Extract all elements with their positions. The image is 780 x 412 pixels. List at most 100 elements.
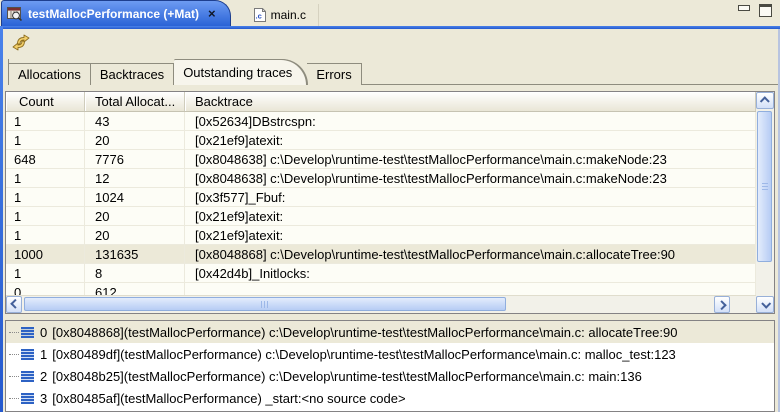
stack-frames-icon xyxy=(21,393,34,404)
backtrace-item[interactable]: 3 [0x80485af](testMallocPerformance) _sta… xyxy=(6,387,774,409)
table-row[interactable]: 120[0x21ef9]atexit: xyxy=(6,131,756,150)
horizontal-scrollbar[interactable] xyxy=(6,295,756,313)
chevron-right-icon xyxy=(716,300,726,310)
table-row[interactable]: 143[0x52634]DBstrcspn: xyxy=(6,112,756,131)
cell-backtrace: [0x52634]DBstrcspn: xyxy=(185,112,756,130)
horizontal-scroll-thumb[interactable] xyxy=(24,297,506,311)
vertical-scroll-thumb[interactable] xyxy=(757,111,772,262)
column-label: Backtrace xyxy=(195,94,253,109)
column-header-count[interactable]: Count xyxy=(6,92,85,111)
backtrace-index: 3 xyxy=(40,391,47,406)
refresh-icon xyxy=(11,34,31,51)
cell-total-allocated: 8 xyxy=(85,264,185,282)
outstanding-traces-table: Count Total Allocat... Backtrace 143[0x5… xyxy=(5,91,775,314)
profile-view-icon xyxy=(7,7,23,21)
tree-connector-line xyxy=(9,332,19,333)
maximize-icon[interactable] xyxy=(759,4,772,17)
table-row[interactable]: 120[0x21ef9]atexit: xyxy=(6,226,756,245)
table-row[interactable]: 18[0x42d4b]_Initlocks: xyxy=(6,264,756,283)
cell-total-allocated: 20 xyxy=(85,226,185,244)
cell-count: 1 xyxy=(6,207,85,225)
tab-label: Backtraces xyxy=(100,67,164,82)
cell-backtrace: [0x3f577]_Fbuf: xyxy=(185,188,756,206)
cell-count: 0 xyxy=(6,283,85,295)
scroll-up-button[interactable] xyxy=(756,92,774,109)
tab-label: Errors xyxy=(316,67,351,82)
table-row[interactable]: 120[0x21ef9]atexit: xyxy=(6,207,756,226)
scroll-right-button[interactable] xyxy=(714,296,730,313)
column-header-total-allocated[interactable]: Total Allocat... xyxy=(85,92,185,111)
c-file-icon: .c xyxy=(253,8,266,22)
cell-backtrace: [0x8048638] c:\Develop\runtime-test\test… xyxy=(185,169,756,187)
vertical-scrollbar[interactable] xyxy=(756,92,774,313)
result-tab-folder: Allocations Backtraces Outstanding trace… xyxy=(8,59,775,85)
cell-total-allocated: 1024 xyxy=(85,188,185,206)
table-header: Count Total Allocat... Backtrace xyxy=(6,92,756,112)
refresh-button[interactable] xyxy=(10,33,32,53)
tab-outstanding-traces[interactable]: Outstanding traces xyxy=(174,59,307,85)
cell-backtrace: [0x21ef9]atexit: xyxy=(185,207,756,225)
cell-total-allocated: 7776 xyxy=(85,150,185,168)
backtrace-text: [0x8048b25](testMallocPerformance) c:\De… xyxy=(52,369,642,384)
cell-total-allocated: 20 xyxy=(85,207,185,225)
tab-backtraces[interactable]: Backtraces xyxy=(91,63,174,85)
backtrace-index: 1 xyxy=(40,347,47,362)
close-icon[interactable]: × xyxy=(208,8,216,20)
scroll-left-button[interactable] xyxy=(6,296,22,313)
tab-label: Allocations xyxy=(18,67,81,82)
vertical-scroll-track[interactable] xyxy=(756,109,774,296)
tab-errors[interactable]: Errors xyxy=(307,63,361,85)
cell-count: 1 xyxy=(6,131,85,149)
table-row[interactable]: 6487776[0x8048638] c:\Develop\runtime-te… xyxy=(6,150,756,169)
backtrace-item[interactable]: 0[0x8048868](testMallocPerformance) c:\D… xyxy=(6,321,774,343)
scroll-grip xyxy=(261,301,269,308)
tab-main-c[interactable]: .c main.c xyxy=(241,4,319,26)
cell-total-allocated: 20 xyxy=(85,131,185,149)
cell-backtrace: [0x8048868] c:\Develop\runtime-test\test… xyxy=(185,245,756,263)
cell-count: 1000 xyxy=(6,245,85,263)
cell-total-allocated: 12 xyxy=(85,169,185,187)
cell-backtrace: [0x21ef9]atexit: xyxy=(185,131,756,149)
tree-connector-line xyxy=(9,376,19,377)
scroll-grip xyxy=(762,183,768,191)
table-body: 143[0x52634]DBstrcspn:120[0x21ef9]atexit… xyxy=(6,112,756,295)
column-header-backtrace[interactable]: Backtrace xyxy=(185,92,756,111)
tab-label: main.c xyxy=(271,8,306,22)
tab-allocations[interactable]: Allocations xyxy=(9,63,91,85)
horizontal-scroll-track[interactable] xyxy=(22,296,714,313)
column-label: Total Allocat... xyxy=(95,94,175,109)
tree-connector-line xyxy=(9,398,19,399)
svg-text:.c: .c xyxy=(255,12,261,21)
view-toolbar xyxy=(0,26,780,59)
backtrace-text: [0x80489df](testMallocPerformance) c:\De… xyxy=(52,347,676,362)
cell-backtrace: [0x42d4b]_Initlocks: xyxy=(185,264,756,282)
table-row[interactable]: 1000131635[0x8048868] c:\Develop\runtime… xyxy=(6,245,756,264)
table-row[interactable]: 11024[0x3f577]_Fbuf: xyxy=(6,188,756,207)
stack-frames-icon xyxy=(21,371,34,382)
tree-connector-line xyxy=(9,354,19,355)
cell-count: 1 xyxy=(6,226,85,244)
scroll-down-button[interactable] xyxy=(756,296,774,313)
backtrace-text: [0x8048868](testMallocPerformance) c:\De… xyxy=(52,325,677,340)
chevron-left-icon xyxy=(10,299,20,309)
view-border-left xyxy=(0,26,3,412)
backtrace-item[interactable]: 1 [0x80489df](testMallocPerformance) c:\D… xyxy=(6,343,774,365)
chevron-down-icon xyxy=(761,299,771,309)
cell-count: 648 xyxy=(6,150,85,168)
cell-total-allocated: 612 xyxy=(85,283,185,295)
tab-test-malloc-performance[interactable]: testMallocPerformance (+Mat) × xyxy=(1,0,231,26)
backtrace-item[interactable]: 2 [0x8048b25](testMallocPerformance) c:\D… xyxy=(6,365,774,387)
cell-backtrace: [0x8048638] c:\Develop\runtime-test\test… xyxy=(185,150,756,168)
table-row[interactable]: 112[0x8048638] c:\Develop\runtime-test\t… xyxy=(6,169,756,188)
stack-frames-icon xyxy=(21,327,34,338)
result-tabs: Allocations Backtraces Outstanding trace… xyxy=(8,59,362,85)
scrollbar-corner xyxy=(730,296,756,313)
minimize-icon[interactable] xyxy=(738,5,750,11)
table-row[interactable]: 0612 xyxy=(6,283,756,295)
backtrace-text: [0x80485af](testMallocPerformance) _star… xyxy=(52,391,405,406)
cell-count: 1 xyxy=(6,169,85,187)
cell-backtrace xyxy=(185,283,756,295)
cell-total-allocated: 43 xyxy=(85,112,185,130)
backtrace-index: 2 xyxy=(40,369,47,384)
stack-frames-icon xyxy=(21,349,34,360)
